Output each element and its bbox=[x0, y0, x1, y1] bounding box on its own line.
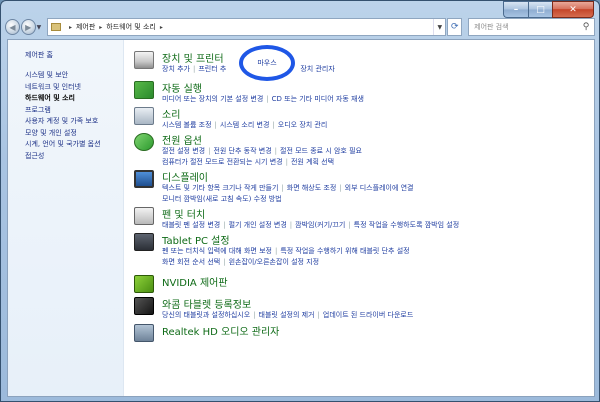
breadcrumb-separator-icon: ▸ bbox=[99, 23, 103, 31]
link-rotation-order[interactable]: 화면 회전 순서 선택 bbox=[162, 258, 220, 266]
power-icon[interactable] bbox=[134, 133, 154, 151]
sidebar-home-link[interactable]: 제어판 홈 bbox=[25, 50, 53, 60]
link-calibrate[interactable]: 펜 또는 터치식 입력에 대해 화면 보정 bbox=[162, 247, 272, 255]
control-panel-window: – □ ✕ ◀ ▶ ▼ ▸ 제어판 ▸ 하드웨어 및 소리 ▸ ▼ ⟳ 제어판 … bbox=[0, 0, 600, 402]
category-title[interactable]: 소리 bbox=[162, 106, 180, 121]
category-links: 당신의 태블릿과 설정하십시오 | 태블릿 설정의 제거 | 업데이트 된 드라이버 다… bbox=[162, 311, 414, 319]
breadcrumb-separator-icon: ▸ bbox=[159, 23, 163, 31]
link-power-plan[interactable]: 전원 계획 선택 bbox=[291, 158, 334, 166]
recent-pages-dropdown[interactable]: ▼ bbox=[37, 24, 44, 31]
nvidia-icon[interactable] bbox=[134, 275, 154, 293]
printer-icon[interactable] bbox=[134, 51, 154, 69]
sidebar-item-user-accounts[interactable]: 사용자 계정 및 가족 보호 bbox=[25, 116, 101, 128]
link-power-saving[interactable]: 절전 설정 변경 bbox=[162, 147, 205, 155]
tablet-icon[interactable] bbox=[134, 233, 154, 251]
back-button[interactable]: ◀ bbox=[5, 19, 20, 35]
forward-button[interactable]: ▶ bbox=[20, 19, 36, 35]
search-icon[interactable]: ⚲ bbox=[578, 22, 594, 32]
mouse-link-highlight[interactable]: 마우스 bbox=[239, 45, 295, 81]
category-title[interactable]: 자동 실행 bbox=[162, 80, 202, 95]
refresh-icon: ⟳ bbox=[450, 22, 459, 32]
link-refresh-rate[interactable]: 모니터 깜박임(새로 고침 속도) 수정 방법 bbox=[162, 195, 282, 203]
navigation-bar: ◀ ▶ ▼ ▸ 제어판 ▸ 하드웨어 및 소리 ▸ ▼ ⟳ 제어판 검색 ⚲ bbox=[5, 17, 595, 37]
link-flicks-toggle[interactable]: 깜박임(커기/끄기 bbox=[295, 221, 345, 229]
close-button[interactable]: ✕ bbox=[552, 1, 594, 18]
link-wacom-remove[interactable]: 태블릿 설정의 제거 bbox=[259, 311, 315, 319]
monitor-icon[interactable] bbox=[134, 170, 154, 188]
address-dropdown[interactable]: ▼ bbox=[433, 19, 445, 35]
category-links: 미디어 또는 장치의 기본 설정 변경 | CD 또는 기타 미디어 자동 재생 bbox=[162, 95, 364, 103]
category-links: 태블릿 펜 설정 변경 | 펄기 개인 설정 변경 | 깜박임(커기/끄기 | 특정 작업을… bbox=[162, 221, 460, 229]
sidebar-item-programs[interactable]: 프로그램 bbox=[25, 105, 101, 117]
search-placeholder: 제어판 검색 bbox=[474, 23, 509, 31]
link-pen-settings[interactable]: 태블릿 펜 설정 변경 bbox=[162, 221, 220, 229]
link-system-sounds[interactable]: 시스템 소리 변경 bbox=[220, 121, 270, 129]
link-mouse[interactable]: 마우스 bbox=[243, 58, 291, 68]
link-cd-autoplay[interactable]: CD 또는 기타 미디어 자동 재생 bbox=[272, 95, 364, 103]
link-power-button[interactable]: 전원 단추 동작 변경 bbox=[213, 147, 271, 155]
maximize-button[interactable]: □ bbox=[528, 1, 552, 18]
link-media-defaults[interactable]: 미디어 또는 장치의 기본 설정 변경 bbox=[162, 95, 263, 103]
arrow-right-icon: ▶ bbox=[25, 22, 32, 32]
minimize-button[interactable]: – bbox=[503, 1, 528, 18]
link-wake-password[interactable]: 절전 모드 종료 시 암호 필요 bbox=[280, 147, 362, 155]
wacom-tablet-icon[interactable] bbox=[134, 297, 154, 315]
sidebar-item-network[interactable]: 네트워크 및 인터넷 bbox=[25, 82, 101, 94]
realtek-audio-icon[interactable] bbox=[134, 324, 154, 342]
link-adjust-volume[interactable]: 시스템 볼륨 조정 bbox=[162, 121, 212, 129]
speaker-icon[interactable] bbox=[134, 107, 154, 125]
sidebar-item-appearance[interactable]: 모양 및 개인 설정 bbox=[25, 128, 101, 140]
category-links: 장치 추가 | 프린터 추 장치 관리자 bbox=[162, 65, 335, 73]
category-title[interactable]: 와콤 타블렛 등록정보 bbox=[162, 296, 251, 311]
link-sleep-timing[interactable]: 컴퓨터가 절전 모드로 전환되는 시기 변경 bbox=[162, 158, 283, 166]
content-area: 제어판 홈 시스템 및 보안 네트워크 및 인터넷 하드웨어 및 소리 프로그램… bbox=[7, 39, 595, 397]
link-handwriting[interactable]: 펄기 개인 설정 변경 bbox=[229, 221, 287, 229]
category-title[interactable]: NVIDIA 제어판 bbox=[162, 274, 228, 289]
autoplay-icon[interactable] bbox=[134, 81, 154, 99]
category-links: 텍스트 및 기타 항목 크기나 작게 만들기 | 화면 해상도 조정 | 외부 디스플레… bbox=[162, 184, 414, 203]
link-add-device[interactable]: 장치 추가 bbox=[162, 65, 190, 73]
caption-buttons: – □ ✕ bbox=[503, 1, 594, 18]
sidebar-list: 시스템 및 보안 네트워크 및 인터넷 하드웨어 및 소리 프로그램 사용자 계… bbox=[25, 70, 101, 162]
pen-icon[interactable] bbox=[134, 207, 154, 225]
sidebar-item-system-security[interactable]: 시스템 및 보안 bbox=[25, 70, 101, 82]
link-tablet-buttons[interactable]: 특정 작업을 수행하기 위해 태블릿 단추 설정 bbox=[280, 247, 409, 255]
sidebar-item-hardware-sound: 하드웨어 및 소리 bbox=[25, 94, 75, 102]
breadcrumb-control-panel[interactable]: 제어판 bbox=[76, 22, 95, 32]
category-links: 시스템 볼륨 조정 | 시스템 소리 변경 | 오디오 장치 관리 bbox=[162, 121, 328, 129]
category-title[interactable]: 전원 옵션 bbox=[162, 132, 202, 147]
sidebar-item-accessibility[interactable]: 접근성 bbox=[25, 151, 101, 163]
link-resolution[interactable]: 화면 해상도 조정 bbox=[287, 184, 337, 192]
breadcrumb-separator-icon: ▸ bbox=[68, 23, 72, 31]
category-links: 펜 또는 터치식 입력에 대해 화면 보정 | 특정 작업을 수행하기 위해 태블릿… bbox=[162, 247, 410, 266]
link-flicks-setup[interactable]: 특정 작업을 수행하도록 깜박임 설정 bbox=[354, 221, 460, 229]
chevron-down-icon: ▼ bbox=[36, 23, 42, 31]
link-handedness[interactable]: 왼손잡이/오른손잡이 설정 지정 bbox=[229, 258, 320, 266]
category-title[interactable]: Realtek HD 오디오 관리자 bbox=[162, 323, 279, 338]
link-add-printer[interactable]: 프린터 추 bbox=[198, 65, 226, 73]
address-bar[interactable]: ▸ 제어판 ▸ 하드웨어 및 소리 ▸ ▼ bbox=[46, 18, 447, 36]
link-wacom-driver[interactable]: 업데이트 된 드라이버 다운로드 bbox=[323, 311, 413, 319]
link-external-display[interactable]: 외부 디스플레이에 연결 bbox=[345, 184, 414, 192]
chevron-down-icon: ▼ bbox=[437, 23, 443, 31]
control-panel-icon bbox=[50, 23, 61, 31]
category-title[interactable]: Tablet PC 설정 bbox=[162, 232, 230, 247]
category-links: 절전 설정 변경 | 전원 단추 동작 변경 | 절전 모드 종료 시 암호 필요 컴퓨… bbox=[162, 147, 362, 166]
category-title[interactable]: 장치 및 프린터 bbox=[162, 50, 224, 65]
link-wacom-setup[interactable]: 당신의 태블릿과 설정하십시오 bbox=[162, 311, 250, 319]
arrow-left-icon: ◀ bbox=[9, 22, 16, 32]
category-title[interactable]: 펜 및 터치 bbox=[162, 206, 205, 221]
refresh-button[interactable]: ⟳ bbox=[447, 18, 463, 36]
link-device-manager[interactable]: 장치 관리자 bbox=[300, 65, 334, 73]
link-audio-devices[interactable]: 오디오 장치 관리 bbox=[278, 121, 328, 129]
sidebar: 제어판 홈 시스템 및 보안 네트워크 및 인터넷 하드웨어 및 소리 프로그램… bbox=[8, 40, 124, 396]
breadcrumb-hardware-sound[interactable]: 하드웨어 및 소리 bbox=[106, 22, 156, 32]
sidebar-item-clock-language[interactable]: 시계, 언어 및 국가별 옵션 bbox=[25, 139, 101, 151]
search-input[interactable]: 제어판 검색 ⚲ bbox=[468, 18, 595, 36]
link-text-size[interactable]: 텍스트 및 기타 항목 크기나 작게 만들기 bbox=[162, 184, 278, 192]
category-title[interactable]: 디스플레이 bbox=[162, 169, 208, 184]
